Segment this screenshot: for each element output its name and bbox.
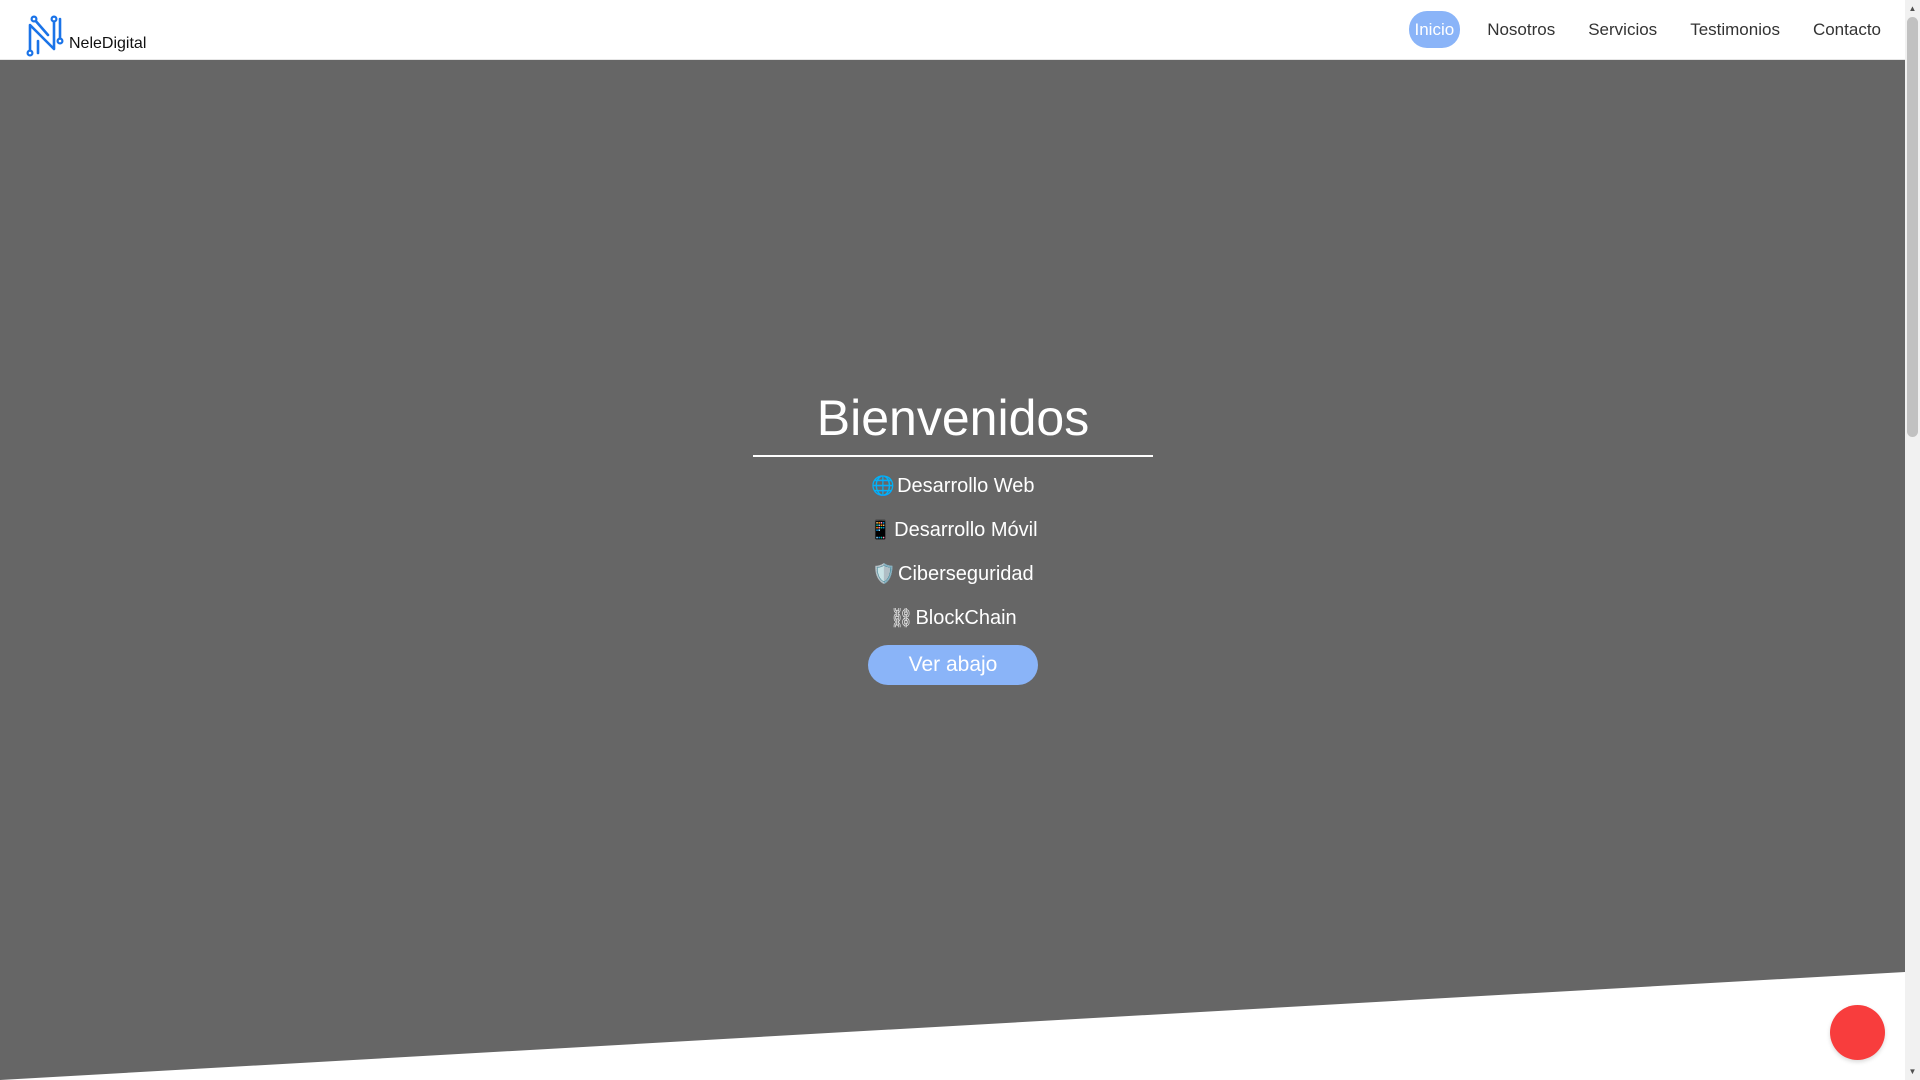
service-label: Ciberseguridad — [898, 563, 1034, 585]
chain-icon: ⛓ — [889, 607, 914, 629]
nav-item-servicios[interactable]: Servicios — [1582, 11, 1663, 48]
mobile-phone-icon: 📱 — [868, 519, 893, 541]
brand-name: NeleDigital — [69, 35, 147, 52]
service-item-security: 🛡️ Ciberseguridad — [753, 562, 1153, 586]
services-list: 🌐 Desarrollo Web 📱 Desarrollo Móvil 🛡️ Cibe… — [753, 474, 1153, 630]
nav-item-testimonios[interactable]: Testimonios — [1684, 11, 1786, 48]
navbar: NeleDigital Inicio Nosotros Servicios Te… — [0, 0, 1905, 60]
service-item-mobile: 📱 Desarrollo Móvil — [753, 518, 1153, 542]
service-item-blockchain: ⛓ BlockChain — [753, 606, 1153, 630]
vertical-scrollbar[interactable]: ▲ ▼ — [1905, 0, 1920, 1080]
service-item-web: 🌐 Desarrollo Web — [753, 474, 1153, 498]
floating-action-button[interactable] — [1830, 1005, 1885, 1060]
service-label: Desarrollo Web — [897, 475, 1035, 497]
hero-title: Bienvenidos — [816, 390, 1090, 446]
ver-abajo-button[interactable]: Ver abajo — [868, 645, 1038, 685]
scroll-down-arrow-icon[interactable]: ▼ — [1905, 1063, 1920, 1080]
nav-item-contacto[interactable]: Contacto — [1807, 11, 1887, 48]
n-circuit-logo-icon — [26, 15, 64, 57]
scrollbar-thumb[interactable] — [1907, 17, 1918, 437]
main-nav: Inicio Nosotros Servicios Testimonios Co… — [1408, 11, 1888, 48]
shield-icon: 🛡️ — [872, 563, 897, 585]
nav-item-inicio[interactable]: Inicio — [1408, 11, 1461, 48]
service-label: BlockChain — [915, 607, 1017, 629]
hero-content: Bienvenidos 🌐 Desarrollo Web 📱 Desarrollo … — [753, 385, 1153, 685]
hero-divider — [753, 455, 1153, 457]
globe-icon: 🌐 — [871, 475, 896, 497]
nav-item-nosotros[interactable]: Nosotros — [1481, 11, 1561, 48]
scroll-up-arrow-icon[interactable]: ▲ — [1905, 0, 1920, 17]
brand[interactable]: NeleDigital — [24, 5, 146, 57]
page: NeleDigital Inicio Nosotros Servicios Te… — [0, 0, 1905, 1080]
service-label: Desarrollo Móvil — [894, 519, 1038, 541]
